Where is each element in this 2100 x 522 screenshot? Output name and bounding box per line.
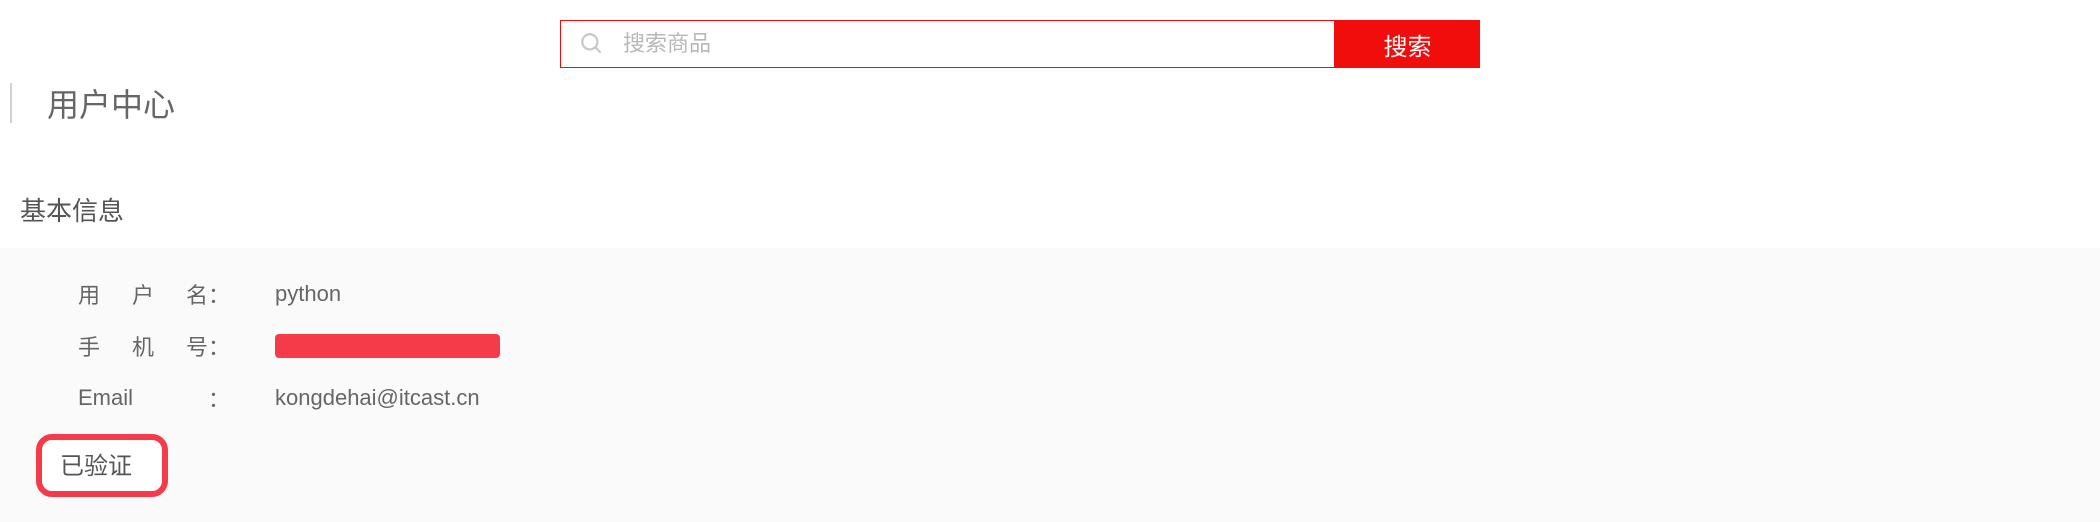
divider <box>10 83 12 123</box>
basic-info-panel: 用户名 ： python 手机号 ： Email ： kongdehai@itc… <box>0 248 2100 522</box>
username-label: 用户名 <box>78 278 208 310</box>
search-box[interactable] <box>560 20 1335 68</box>
colon: ： <box>208 278 230 310</box>
page-title-wrap: 用户中心 <box>10 80 175 126</box>
page-title: 用户中心 <box>47 80 175 126</box>
email-label: Email <box>78 385 208 411</box>
search-button[interactable]: 搜索 <box>1335 20 1480 68</box>
phone-redacted <box>275 334 500 358</box>
info-row-username: 用户名 ： python <box>0 278 2100 310</box>
info-row-phone: 手机号 ： <box>0 330 2100 362</box>
verified-badge: 已验证 <box>36 434 168 497</box>
colon: ： <box>208 330 230 362</box>
username-value: python <box>275 281 341 307</box>
colon: ： <box>208 382 230 414</box>
info-row-email: Email ： kongdehai@itcast.cn <box>0 382 2100 414</box>
search-input[interactable] <box>623 31 1316 57</box>
search-bar: 搜索 <box>560 20 1480 68</box>
phone-label: 手机号 <box>78 330 208 362</box>
section-title: 基本信息 <box>20 191 2100 228</box>
email-value: kongdehai@itcast.cn <box>275 385 480 411</box>
search-icon <box>579 31 605 57</box>
